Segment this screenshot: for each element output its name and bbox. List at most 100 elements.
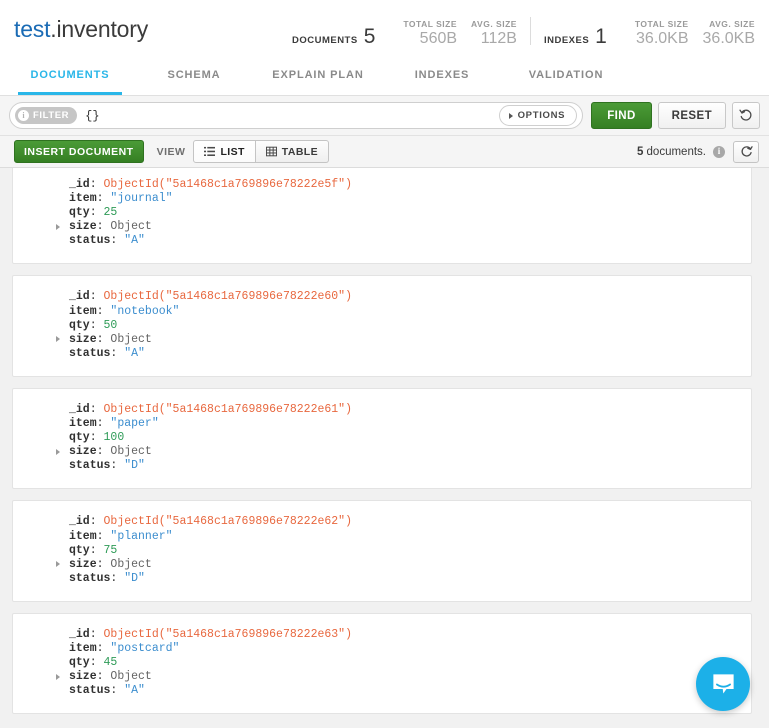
tab-documents[interactable]: DOCUMENTS (18, 58, 122, 95)
document-field-status: status: "A" (69, 347, 741, 361)
filter-badge-label: FILTER (33, 110, 69, 121)
documents-toolbar: INSERT DOCUMENT VIEW LIST (0, 136, 769, 168)
documents-stat-label: DOCUMENTS (292, 35, 358, 46)
documents-stat-value: 5 (364, 26, 376, 47)
history-undo-icon (739, 109, 753, 123)
stats-divider (530, 17, 531, 45)
field-key: item (69, 642, 97, 655)
field-value: ObjectId("5a1468c1a769896e78222e61") (104, 403, 352, 416)
document-field-status: status: "D" (69, 572, 741, 586)
tab-validation[interactable]: VALIDATION (514, 58, 618, 95)
view-option-list[interactable]: LIST (193, 140, 255, 163)
field-key: _id (69, 628, 90, 641)
field-key: status (69, 234, 110, 247)
field-key: qty (69, 656, 90, 669)
query-history-button[interactable] (732, 102, 760, 129)
document-field-status: status: "A" (69, 234, 741, 248)
field-value: 75 (104, 544, 118, 557)
collection-stats: DOCUMENTS 5 TOTAL SIZE 560B AVG. SIZE 11… (292, 0, 755, 58)
chevron-right-icon[interactable] (56, 561, 60, 567)
field-value: 50 (104, 319, 118, 332)
document-field-id: _id: ObjectId("5a1468c1a769896e78222e62"… (69, 515, 741, 529)
indexes-avg-size-value: 36.0KB (703, 30, 755, 47)
view-option-table-label: TABLE (282, 146, 318, 158)
field-key: qty (69, 319, 90, 332)
field-value: "paper" (110, 417, 158, 430)
document-field-status: status: "A" (69, 684, 741, 698)
document-field-qty: qty: 25 (69, 206, 741, 220)
collection-tab-bar: DOCUMENTS SCHEMA EXPLAIN PLAN INDEXES VALIDA… (0, 58, 769, 96)
chat-bubble-icon (710, 671, 737, 698)
field-value: 25 (104, 206, 118, 219)
document-card[interactable]: _id: ObjectId("5a1468c1a769896e78222e5f"… (12, 168, 752, 264)
field-value: ObjectId("5a1468c1a769896e78222e62") (104, 515, 352, 528)
document-field-size: size: Object (69, 670, 741, 684)
field-separator: : (97, 192, 111, 205)
tab-label: EXPLAIN PLAN (272, 69, 363, 81)
field-separator: : (90, 544, 104, 557)
collection-name: inventory (56, 16, 148, 42)
tab-schema[interactable]: SCHEMA (142, 58, 246, 95)
field-separator: : (90, 319, 104, 332)
filter-input-container[interactable]: i FILTER OPTIONS (9, 102, 583, 129)
chevron-right-icon[interactable] (56, 224, 60, 230)
indexes-total-size-stat: TOTAL SIZE 36.0KB (635, 18, 689, 47)
chevron-right-icon[interactable] (56, 449, 60, 455)
document-field-qty: qty: 50 (69, 319, 741, 333)
tab-indexes[interactable]: INDEXES (390, 58, 494, 95)
documents-stat-group: DOCUMENTS 5 TOTAL SIZE 560B AVG. SIZE 11… (292, 18, 517, 47)
field-value: ObjectId("5a1468c1a769896e78222e5f") (104, 178, 352, 191)
field-key: size (69, 558, 97, 571)
document-card[interactable]: _id: ObjectId("5a1468c1a769896e78222e61"… (12, 388, 752, 489)
filter-badge: i FILTER (15, 107, 77, 124)
field-value: "notebook" (110, 305, 179, 318)
field-separator: : (110, 234, 124, 247)
field-separator: : (110, 572, 124, 585)
database-name: test (14, 16, 50, 42)
indexes-avg-size-stat: AVG. SIZE 36.0KB (703, 18, 755, 47)
indexes-count-stat: INDEXES 1 (544, 26, 607, 47)
indexes-stat-label: INDEXES (544, 35, 589, 46)
field-value: Object (110, 445, 151, 458)
document-count: 5 documents. (637, 146, 706, 158)
view-option-table[interactable]: TABLE (256, 140, 329, 163)
filter-query-input[interactable] (85, 109, 498, 123)
insert-document-button[interactable]: INSERT DOCUMENT (14, 140, 144, 163)
documents-total-size-label: TOTAL SIZE (403, 18, 457, 30)
view-switch: LIST TABLE (193, 140, 329, 163)
refresh-icon (740, 145, 753, 158)
documents-list[interactable]: _id: ObjectId("5a1468c1a769896e78222e5f"… (0, 168, 769, 728)
info-icon[interactable]: i (713, 146, 725, 158)
field-separator: : (97, 305, 111, 318)
indexes-total-size-label: TOTAL SIZE (635, 18, 689, 30)
document-card[interactable]: _id: ObjectId("5a1468c1a769896e78222e60"… (12, 275, 752, 376)
document-field-item: item: "postcard" (69, 642, 741, 656)
chevron-right-icon[interactable] (56, 336, 60, 342)
tab-label: VALIDATION (529, 69, 604, 81)
document-field-size: size: Object (69, 333, 741, 347)
field-key: qty (69, 431, 90, 444)
reset-button[interactable]: RESET (658, 102, 726, 129)
field-key: item (69, 192, 97, 205)
tab-explain-plan[interactable]: EXPLAIN PLAN (266, 58, 370, 95)
field-key: size (69, 333, 97, 346)
document-field-status: status: "D" (69, 459, 741, 473)
refresh-documents-button[interactable] (733, 141, 759, 163)
compass-collection-window: test.inventory DOCUMENTS 5 TOTAL SIZE 56… (0, 0, 769, 728)
document-card[interactable]: _id: ObjectId("5a1468c1a769896e78222e62"… (12, 500, 752, 601)
indexes-avg-size-label: AVG. SIZE (709, 18, 755, 30)
indexes-stat-value: 1 (595, 26, 607, 47)
document-field-qty: qty: 75 (69, 544, 741, 558)
field-separator: : (90, 628, 104, 641)
documents-avg-size-value: 112B (481, 30, 517, 47)
query-options-toggle[interactable]: OPTIONS (499, 105, 578, 126)
field-separator: : (97, 558, 111, 571)
chat-launcher-button[interactable] (696, 657, 750, 711)
field-key: _id (69, 178, 90, 191)
indexes-stat-group: INDEXES 1 TOTAL SIZE 36.0KB AVG. SIZE 36… (544, 18, 755, 47)
document-field-size: size: Object (69, 220, 741, 234)
find-button[interactable]: FIND (591, 102, 651, 129)
document-card[interactable]: _id: ObjectId("5a1468c1a769896e78222e63"… (12, 613, 752, 714)
chevron-right-icon[interactable] (56, 674, 60, 680)
field-key: item (69, 305, 97, 318)
